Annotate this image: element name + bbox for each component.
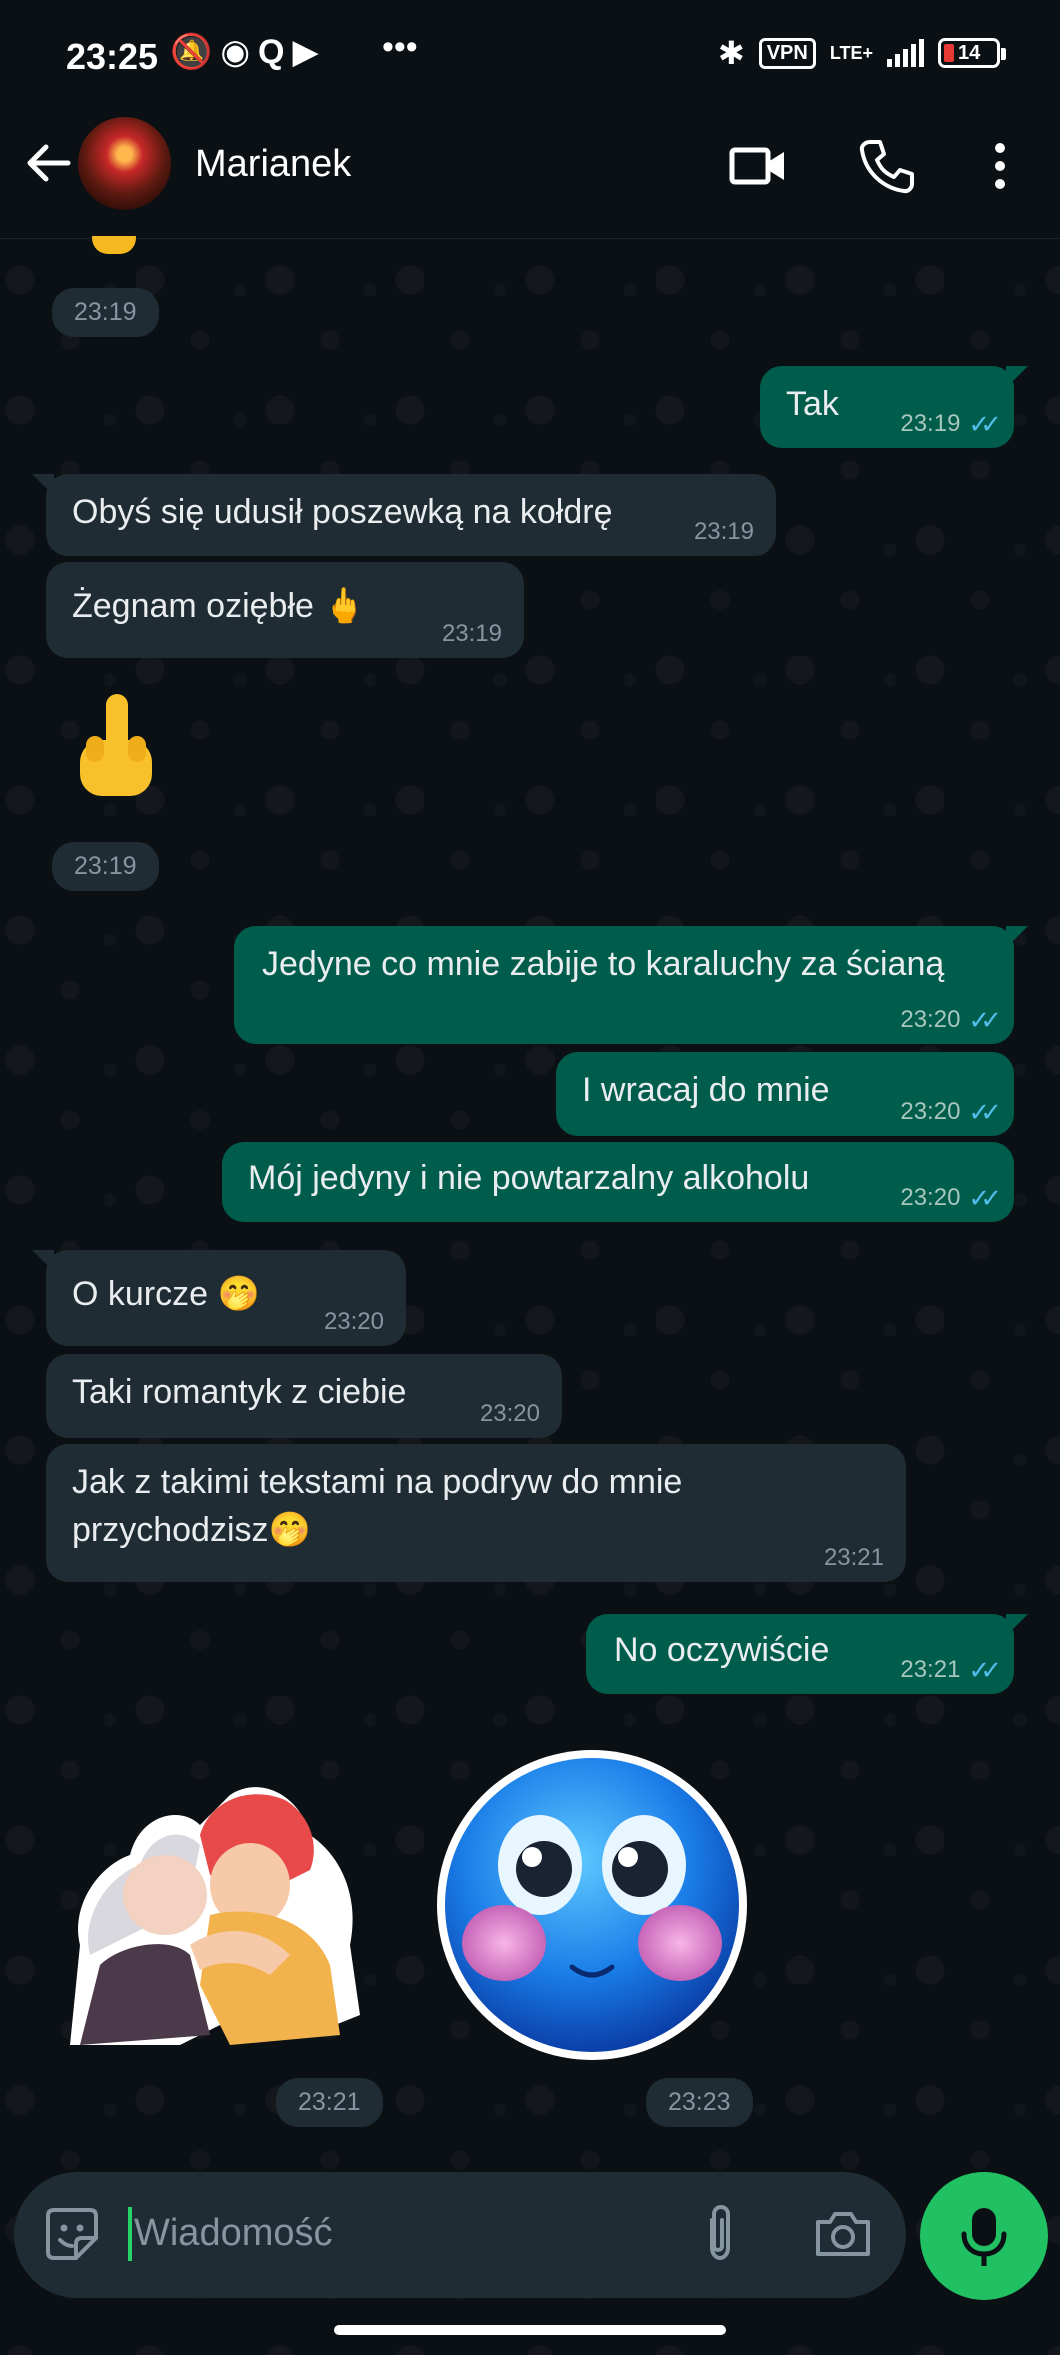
message-bubble-outgoing[interactable]: Jedyne co mnie zabije to karaluchy za śc… xyxy=(234,926,1028,1044)
contact-avatar[interactable] xyxy=(78,117,171,210)
message-text: No oczywiście xyxy=(614,1631,830,1669)
app-icon: ◉ xyxy=(220,33,259,71)
message-text: Obyś się udusił poszewką na kołdrę xyxy=(72,493,613,531)
attach-paperclip-icon[interactable] xyxy=(690,2202,750,2266)
battery-icon: 14 xyxy=(938,38,1006,68)
message-time: 23:20 xyxy=(900,1006,961,1033)
message-time: 23:21 xyxy=(276,2078,383,2127)
message-time: 23:19 xyxy=(900,410,961,437)
message-bubble-incoming[interactable]: Jak z takimi tekstami na podryw do mnie … xyxy=(46,1444,906,1582)
more-options-icon[interactable] xyxy=(976,136,1036,196)
contact-name[interactable]: Marianek xyxy=(195,143,351,186)
status-time: 23:25 xyxy=(66,36,159,77)
youtube-icon: ▶ xyxy=(292,33,327,71)
message-text: Jedyne co mnie zabije to karaluchy za śc… xyxy=(262,945,945,983)
bluetooth-icon: ✱ xyxy=(717,35,745,71)
message-time: 23:20 xyxy=(323,1308,384,1335)
message-time: 23:19 xyxy=(52,842,159,891)
middle-finger-emoji[interactable] xyxy=(66,690,166,820)
gesture-home-bar[interactable] xyxy=(334,2325,726,2335)
message-text: Tak xyxy=(786,385,839,423)
message-time: 23:23 xyxy=(646,2078,753,2127)
emoji-sticker-icon[interactable] xyxy=(42,2204,102,2264)
q-icon: Q xyxy=(258,33,293,71)
message-bubble-incoming[interactable]: Taki romantyk z ciebie 23:20 xyxy=(46,1354,562,1438)
message-bubble-outgoing[interactable]: I wracaj do mnie 23:20 ✓✓ xyxy=(556,1052,1014,1136)
message-bubble-incoming[interactable]: Żegnam oziębłe 🖕 23:19 xyxy=(46,562,524,658)
message-text: Żegnam oziębłe 🖕 xyxy=(72,587,366,625)
read-ticks-icon: ✓✓ xyxy=(968,1097,1001,1127)
message-text: I wracaj do mnie xyxy=(582,1071,830,1109)
message-text: Jak z takimi tekstami na podryw do mnie … xyxy=(72,1463,692,1549)
message-text: O kurcze 🤭 xyxy=(72,1275,260,1313)
anime-couple-sticker[interactable] xyxy=(60,1745,380,2065)
message-text: Mój jedyny i nie powtarzalny alkoholu xyxy=(248,1159,810,1197)
read-ticks-icon: ✓✓ xyxy=(968,1183,1001,1213)
vpn-badge: VPN xyxy=(758,37,816,69)
read-ticks-icon: ✓✓ xyxy=(968,1655,1001,1685)
blue-smiley-sticker[interactable] xyxy=(432,1745,752,2065)
message-text: Taki romantyk z ciebie xyxy=(72,1373,407,1411)
signal-icon xyxy=(887,39,924,67)
more-notifications-icon: ••• xyxy=(382,28,418,66)
text-cursor xyxy=(128,2207,132,2261)
message-input[interactable]: Wiadomość xyxy=(134,2212,333,2255)
microphone-icon xyxy=(961,2208,1007,2266)
mute-icon: 🔕 xyxy=(170,33,221,71)
status-bar: 23:25 🔕◉Q▶ ••• ✱ VPN LTE+ 14 xyxy=(0,0,1060,110)
video-call-icon[interactable] xyxy=(728,136,788,196)
message-bubble-outgoing[interactable]: No oczywiście 23:21 ✓✓ xyxy=(586,1614,1028,1694)
message-time: 23:20 xyxy=(900,1098,961,1125)
camera-icon[interactable] xyxy=(812,2204,874,2264)
notification-icons: 🔕◉Q▶ xyxy=(170,32,327,72)
back-arrow-icon[interactable] xyxy=(18,133,78,193)
message-bubble-incoming[interactable]: Obyś się udusił poszewką na kołdrę 23:19 xyxy=(32,474,776,556)
message-time: 23:19 xyxy=(52,288,159,337)
message-bubble-incoming[interactable]: O kurcze 🤭 23:20 xyxy=(32,1250,406,1346)
message-time: 23:19 xyxy=(693,518,754,545)
message-time: 23:21 xyxy=(823,1544,884,1571)
middle-finger-icon xyxy=(80,694,152,796)
message-time: 23:20 xyxy=(900,1184,961,1211)
phone-call-icon[interactable] xyxy=(856,136,916,196)
network-type: LTE+ xyxy=(829,43,873,63)
read-ticks-icon: ✓✓ xyxy=(968,409,1001,439)
battery-level: 14 xyxy=(958,41,981,64)
message-time: 23:19 xyxy=(441,620,502,647)
message-bubble-outgoing[interactable]: Tak 23:19 ✓✓ xyxy=(760,366,1028,448)
message-bubble-outgoing[interactable]: Mój jedyny i nie powtarzalny alkoholu 23… xyxy=(222,1142,1014,1222)
message-time: 23:20 xyxy=(479,1400,540,1427)
read-ticks-icon: ✓✓ xyxy=(968,1005,1001,1035)
message-time: 23:21 xyxy=(900,1656,961,1683)
voice-message-button[interactable] xyxy=(920,2172,1048,2300)
